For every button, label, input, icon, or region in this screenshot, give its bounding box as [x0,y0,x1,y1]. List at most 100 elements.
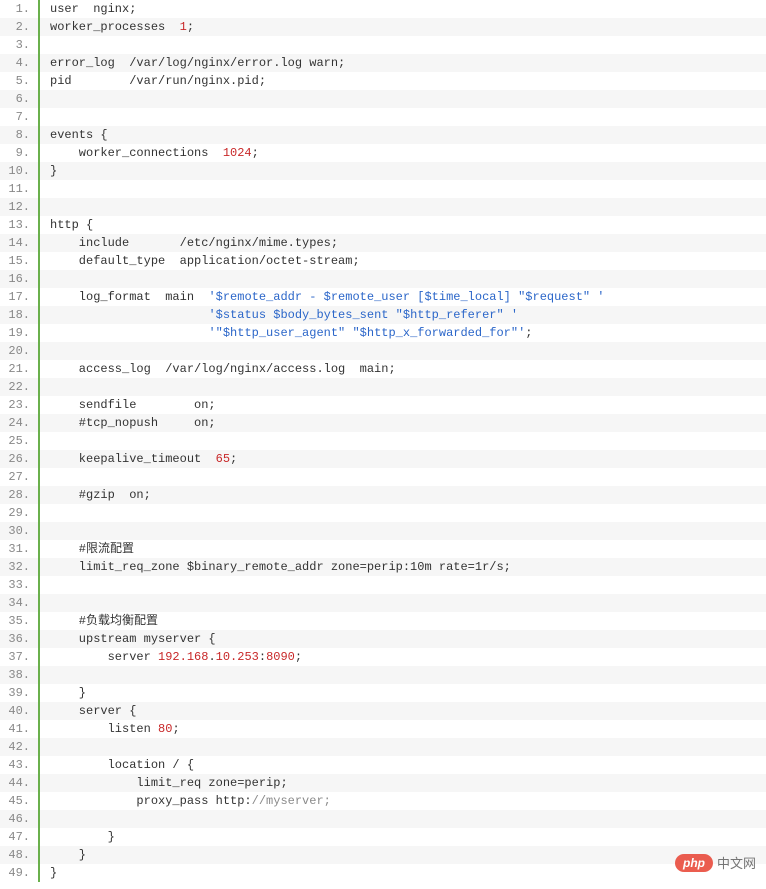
code-line: 16. [0,270,766,288]
code-content: } [40,846,86,864]
code-content [40,36,50,54]
line-number: 26. [0,450,40,468]
code-line: 6. [0,90,766,108]
line-number: 45. [0,792,40,810]
code-line: 35. #负载均衡配置 [0,612,766,630]
code-line: 33. [0,576,766,594]
line-number: 16. [0,270,40,288]
code-content: } [40,162,57,180]
code-block: 1.user nginx;2.worker_processes 1;3.4.er… [0,0,766,882]
watermark: php 中文网 [675,853,756,872]
code-content: limit_req_zone $binary_remote_addr zone=… [40,558,511,576]
line-number: 19. [0,324,40,342]
line-number: 43. [0,756,40,774]
code-line: 18. '$status $body_bytes_sent "$http_ref… [0,306,766,324]
code-content [40,198,50,216]
line-number: 20. [0,342,40,360]
code-line: 7. [0,108,766,126]
line-number: 38. [0,666,40,684]
code-content [40,810,50,828]
code-content: default_type application/octet-stream; [40,252,360,270]
code-content: worker_processes 1; [40,18,194,36]
code-line: 15. default_type application/octet-strea… [0,252,766,270]
line-number: 10. [0,162,40,180]
line-number: 6. [0,90,40,108]
line-number: 35. [0,612,40,630]
code-line: 23. sendfile on; [0,396,766,414]
code-content: proxy_pass http://myserver; [40,792,331,810]
code-line: 25. [0,432,766,450]
code-line: 14. include /etc/nginx/mime.types; [0,234,766,252]
code-line: 39. } [0,684,766,702]
code-line: 34. [0,594,766,612]
line-number: 14. [0,234,40,252]
line-number: 29. [0,504,40,522]
code-content: '"$http_user_agent" "$http_x_forwarded_f… [40,324,533,342]
line-number: 22. [0,378,40,396]
code-line: 40. server { [0,702,766,720]
code-content: events { [40,126,108,144]
line-number: 15. [0,252,40,270]
line-number: 13. [0,216,40,234]
code-content [40,594,50,612]
code-line: 24. #tcp_nopush on; [0,414,766,432]
watermark-text: 中文网 [717,853,756,872]
code-content: http { [40,216,93,234]
code-line: 2.worker_processes 1; [0,18,766,36]
code-content: limit_req zone=perip; [40,774,288,792]
code-line: 27. [0,468,766,486]
line-number: 9. [0,144,40,162]
code-line: 26. keepalive_timeout 65; [0,450,766,468]
line-number: 5. [0,72,40,90]
line-number: 44. [0,774,40,792]
code-line: 19. '"$http_user_agent" "$http_x_forward… [0,324,766,342]
code-content: listen 80; [40,720,180,738]
watermark-badge: php [675,854,713,872]
code-line: 12. [0,198,766,216]
line-number: 4. [0,54,40,72]
line-number: 30. [0,522,40,540]
line-number: 24. [0,414,40,432]
code-line: 38. [0,666,766,684]
code-content [40,432,50,450]
code-content: sendfile on; [40,396,216,414]
code-line: 47. } [0,828,766,846]
code-line: 11. [0,180,766,198]
line-number: 1. [0,0,40,18]
code-content: #gzip on; [40,486,151,504]
code-line: 29. [0,504,766,522]
line-number: 25. [0,432,40,450]
code-line: 20. [0,342,766,360]
line-number: 41. [0,720,40,738]
code-line: 48. } [0,846,766,864]
code-content [40,108,50,126]
code-line: 1.user nginx; [0,0,766,18]
code-content: access_log /var/log/nginx/access.log mai… [40,360,396,378]
code-content: location / { [40,756,194,774]
line-number: 2. [0,18,40,36]
line-number: 33. [0,576,40,594]
code-line: 3. [0,36,766,54]
code-line: 5.pid /var/run/nginx.pid; [0,72,766,90]
line-number: 18. [0,306,40,324]
code-content [40,468,50,486]
code-content: #负载均衡配置 [40,612,158,630]
code-line: 41. listen 80; [0,720,766,738]
code-content: } [40,684,86,702]
code-content: #tcp_nopush on; [40,414,216,432]
code-line: 49.} [0,864,766,882]
code-content: } [40,828,115,846]
code-line: 46. [0,810,766,828]
code-content [40,738,50,756]
code-content: pid /var/run/nginx.pid; [40,72,266,90]
line-number: 39. [0,684,40,702]
code-line: 28. #gzip on; [0,486,766,504]
line-number: 21. [0,360,40,378]
code-line: 31. #限流配置 [0,540,766,558]
code-content [40,576,50,594]
code-content: worker_connections 1024; [40,144,259,162]
code-line: 8.events { [0,126,766,144]
code-line: 9. worker_connections 1024; [0,144,766,162]
code-line: 21. access_log /var/log/nginx/access.log… [0,360,766,378]
code-line: 37. server 192.168.10.253:8090; [0,648,766,666]
